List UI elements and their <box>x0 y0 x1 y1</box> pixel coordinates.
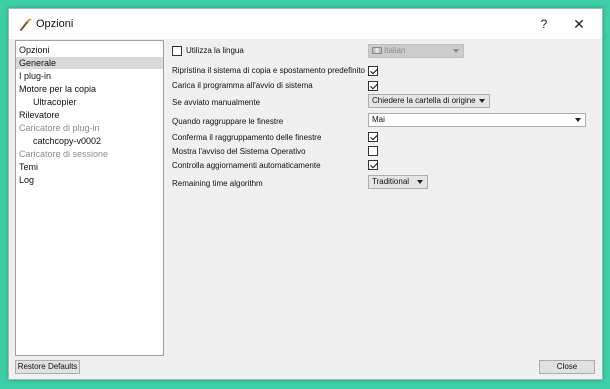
options-sidebar: Opzioni Generale I plug-in Motore per la… <box>15 40 164 356</box>
check-updates-label: Controlla aggiornamenti automaticamente <box>172 161 321 170</box>
restore-defaults-button[interactable]: Restore Defaults <box>15 360 80 374</box>
flag-icon <box>372 47 382 54</box>
sidebar-item-caricatore-sessione[interactable]: Caricatore di sessione <box>16 148 163 160</box>
remaining-time-label: Remaining time algorithm <box>172 179 263 188</box>
group-windows-label: Quando raggruppare le finestre <box>172 117 284 126</box>
sidebar-item-generale[interactable]: Generale <box>16 57 163 69</box>
manual-start-select[interactable]: Chiedere la cartella di origine <box>368 94 490 108</box>
sidebar-item-caricatore-plugin[interactable]: Caricatore di plug-in <box>16 122 163 134</box>
show-os-warning-label: Mostra l'avviso del Sistema Operativo <box>172 147 306 156</box>
confirm-grouping-checkbox[interactable] <box>368 132 378 142</box>
use-language-label: Utilizza la lingua <box>186 46 244 55</box>
use-language-checkbox[interactable] <box>172 46 182 56</box>
show-os-warning-checkbox[interactable] <box>368 146 378 156</box>
manual-start-value: Chiedere la cartella di origine <box>372 96 476 105</box>
confirm-grouping-label: Conferma il raggruppamento delle finestr… <box>172 133 322 142</box>
language-value: Italian <box>384 46 406 55</box>
restore-copy-system-checkbox[interactable] <box>368 66 378 76</box>
window-title: Opzioni <box>36 18 74 30</box>
group-windows-value: Mai <box>372 115 385 124</box>
close-button[interactable]: Close <box>539 360 595 374</box>
sidebar-item-temi[interactable]: Temi <box>16 161 163 173</box>
sidebar-item-motore-copia[interactable]: Motore per la copia <box>16 83 163 95</box>
title-bar: Opzioni ? ✕ <box>9 9 602 39</box>
chevron-down-icon <box>453 49 459 53</box>
help-button[interactable]: ? <box>534 15 554 33</box>
sidebar-item-plugin[interactable]: I plug-in <box>16 70 163 82</box>
language-select[interactable]: Italian <box>368 44 464 58</box>
restore-copy-system-label: Ripristina il sistema di copia e spostam… <box>172 66 365 75</box>
sidebar-item-catchcopy[interactable]: catchcopy-v0002 <box>16 135 163 147</box>
sidebar-item-ultracopier[interactable]: Ultracopier <box>16 96 163 108</box>
ultracopier-app-icon <box>20 18 32 31</box>
chevron-down-icon <box>575 118 581 122</box>
sidebar-header-opzioni: Opzioni <box>19 45 50 55</box>
close-window-button[interactable]: ✕ <box>569 15 589 33</box>
remaining-time-value: Traditional <box>372 177 410 186</box>
sidebar-item-rilevatore[interactable]: Rilevatore <box>16 109 163 121</box>
manual-start-label: Se avviato manualmente <box>172 98 261 107</box>
check-updates-checkbox[interactable] <box>368 160 378 170</box>
chevron-down-icon <box>479 99 485 103</box>
remaining-time-select[interactable]: Traditional <box>368 175 428 189</box>
group-windows-select[interactable]: Mai <box>368 113 586 127</box>
options-dialog: Opzioni ? ✕ Opzioni Generale I plug-in M… <box>8 8 603 380</box>
load-at-startup-checkbox[interactable] <box>368 81 378 91</box>
sidebar-item-log[interactable]: Log <box>16 174 163 186</box>
chevron-down-icon <box>417 180 423 184</box>
load-at-startup-label: Carica il programma all'avvio di sistema <box>172 81 313 90</box>
